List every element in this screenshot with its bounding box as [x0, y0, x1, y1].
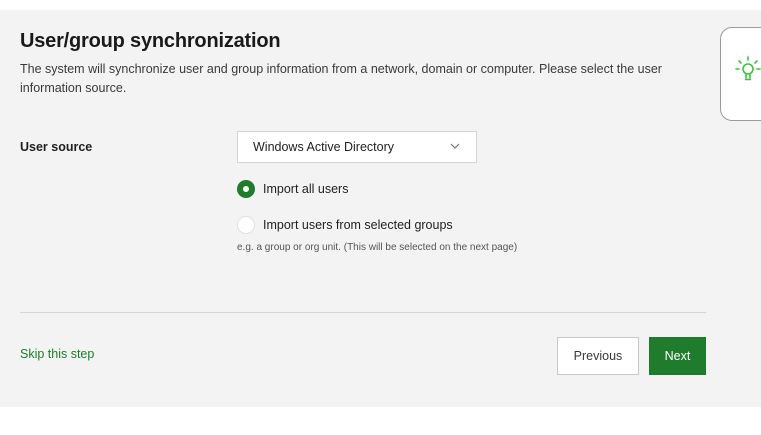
- radio-checked-icon[interactable]: [237, 180, 255, 198]
- footer-divider: [20, 312, 706, 313]
- user-source-selected-value: Windows Active Directory: [253, 140, 395, 154]
- radio-import-selected-groups[interactable]: Import users from selected groups: [237, 215, 453, 235]
- radio-import-all-users[interactable]: Import all users: [237, 179, 348, 199]
- skip-step-link[interactable]: Skip this step: [20, 347, 94, 361]
- radio-unchecked-icon[interactable]: [237, 216, 255, 234]
- radio-import-all-users-label: Import all users: [263, 182, 349, 196]
- previous-button[interactable]: Previous: [557, 337, 639, 375]
- tips-panel-toggle[interactable]: [720, 27, 761, 121]
- page-description: The system will synchronize user and gro…: [20, 62, 662, 95]
- next-button[interactable]: Next: [649, 337, 706, 375]
- wizard-panel: User/group synchronization The system wi…: [0, 10, 761, 407]
- page-title: User/group synchronization: [20, 30, 281, 52]
- radio-import-selected-groups-label: Import users from selected groups: [263, 218, 453, 232]
- chevron-down-icon: [450, 143, 460, 149]
- lightbulb-icon: [735, 56, 761, 81]
- user-source-select[interactable]: Windows Active Directory: [237, 131, 477, 163]
- import-hint-text: e.g. a group or org unit. (This will be …: [237, 242, 518, 253]
- user-source-label: User source: [20, 140, 93, 154]
